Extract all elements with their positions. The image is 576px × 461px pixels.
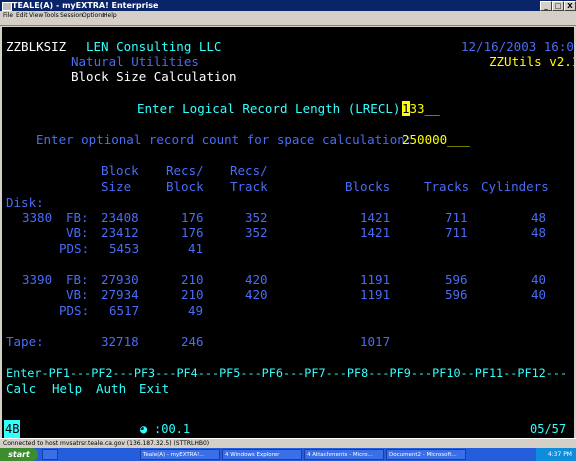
row-label: PDS: [59,303,90,318]
menu-tools[interactable]: Tools [44,11,59,20]
cell-block-size: 5453 [109,241,140,256]
taskbar: start Teale(A) - myEXTRA!... 4 Windows E… [0,448,576,461]
window-title: TEALE(A) - myEXTRA! Enterprise [12,1,159,10]
cell-recs-track: 352 [245,225,268,240]
cell-tracks: 596 [445,272,468,287]
taskbar-item-attachments[interactable]: 4 Attachments - Micro... [304,449,384,460]
cell-recs-block: 49 [188,303,204,318]
row-label: FB: [66,272,89,287]
cell-recs-block: 210 [181,287,204,302]
terminal-screen[interactable]: ZZBLKSIZ LEN Consulting LLC 12/16/2003 1… [2,27,574,420]
cell-cylinders: 48 [531,210,547,225]
cell-recs-block: 41 [188,241,204,256]
header-tracks: Tracks [424,179,470,194]
cell-blocks: 1017 [360,334,391,349]
row-label: VB: [66,225,89,240]
maximize-button[interactable]: □ [552,1,564,11]
company-name: LEN Consulting LLC [86,39,222,54]
record-count-input[interactable]: 250000___ [402,132,470,147]
menu-bar: File Edit View Tools Session Options Hel… [0,11,576,20]
header-recs-track-1: Recs/ [230,163,268,178]
cell-blocks: 1191 [360,272,391,287]
cell-recs-block: 176 [181,225,204,240]
minimize-button[interactable]: _ [540,1,552,11]
taskbar-item-myextra[interactable]: Teale(A) - myEXTRA!... [140,449,220,460]
lock-icon: ◕ [140,422,148,436]
header-block-size-1: Block [101,163,139,178]
cell-recs-block: 176 [181,210,204,225]
menu-options[interactable]: Options [82,11,105,20]
pf-key-line: Enter-PF1---PF2---PF3---PF4---PF5---PF6-… [6,366,568,380]
device-3390: 3390 [22,272,53,287]
cell-block-size: 6517 [109,303,140,318]
cell-blocks: 1421 [360,210,391,225]
menu-edit[interactable]: Edit [16,11,28,20]
session-indicator: 4B [4,420,21,438]
cursor-position: 05/57 [530,422,567,436]
row-label: VB: [66,287,89,302]
cell-blocks: 1421 [360,225,391,240]
header-recs-block-2: Block [166,179,204,194]
cell-cylinders: 40 [531,272,547,287]
cell-tracks: 711 [445,225,468,240]
response-timer: :00.1 [154,422,191,436]
window-title-bar: TEALE(A) - myEXTRA! Enterprise _ □ X [0,0,576,11]
row-label: FB: [66,210,89,225]
cell-blocks: 1191 [360,287,391,302]
cell-block-size: 27930 [101,272,139,287]
disk-label: Disk: [6,195,44,210]
taskbar-item-explorer[interactable]: 4 Windows Explorer [222,449,302,460]
close-button[interactable]: X [564,1,576,11]
cell-block-size: 23412 [101,225,139,240]
subtitle: Natural Utilities [71,54,199,69]
app-icon [2,2,12,11]
header-blocks: Blocks [345,179,391,194]
menu-session[interactable]: Session [60,11,83,20]
count-prompt: Enter optional record count for space ca… [36,132,413,147]
panel-id: ZZBLKSIZ [6,39,67,54]
cell-recs-track: 352 [245,210,268,225]
menu-file[interactable]: File [3,11,13,20]
start-button[interactable]: start [0,448,38,461]
header-cylinders: Cylinders [481,179,549,194]
lrecl-prompt: Enter Logical Record Length (LRECL): [137,101,408,116]
tape-label: Tape: [6,334,44,349]
system-tray-clock: 4:37 PM [536,448,576,461]
device-3380: 3380 [22,210,53,225]
toolbar [0,20,576,26]
text-cursor: 1 [402,101,410,116]
pf-auth[interactable]: Auth [96,381,126,396]
cell-recs-track: 420 [245,287,268,302]
cell-tracks: 596 [445,287,468,302]
header-recs-block-1: Recs/ [166,163,204,178]
header-block-size-2: Size [101,179,132,194]
cell-cylinders: 40 [531,287,547,302]
lrecl-input[interactable]: 133__ [402,101,440,116]
menu-help[interactable]: Help [103,11,117,20]
cell-recs-track: 420 [245,272,268,287]
pf-help[interactable]: Help [52,381,82,396]
screen-heading: Block Size Calculation [71,69,237,84]
lrecl-input-text: 33__ [409,101,440,116]
date-time: 12/16/2003 16:06 [461,39,574,54]
menu-view[interactable]: View [29,11,43,20]
cell-block-size: 23408 [101,210,139,225]
cell-cylinders: 48 [531,225,547,240]
cell-recs-block: 246 [181,334,204,349]
taskbar-item-document[interactable]: Document2 - Microsoft... [386,449,466,460]
cell-block-size: 27934 [101,287,139,302]
quicklaunch-ie-icon[interactable] [42,449,58,460]
pf-calc[interactable]: Calc [6,381,36,396]
cell-block-size: 32718 [101,334,139,349]
cell-tracks: 711 [445,210,468,225]
header-recs-track-2: Track [230,179,268,194]
operator-info-area: 4B ◕ :00.1 05/57 [2,420,574,438]
version: ZZUtils v2.1 [489,54,574,69]
row-label: PDS: [59,241,90,256]
pf-exit[interactable]: Exit [139,381,169,396]
cell-recs-block: 210 [181,272,204,287]
